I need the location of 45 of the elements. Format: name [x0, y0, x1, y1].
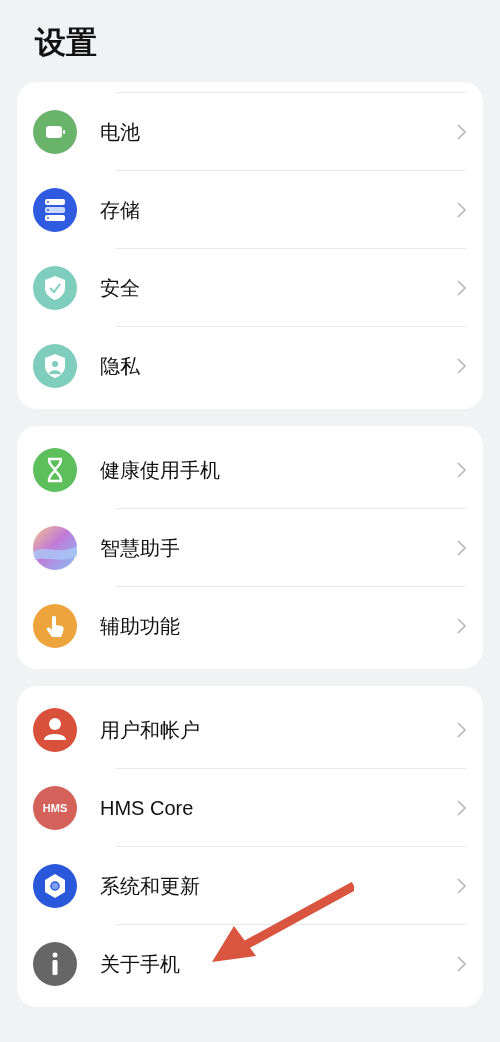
chevron-right-icon: [457, 721, 466, 738]
row-label: 辅助功能: [100, 613, 181, 639]
row-label: 电池: [100, 119, 141, 145]
person-icon: [33, 707, 77, 752]
icon-label: HMS: [42, 802, 68, 813]
hms-icon: [33, 785, 77, 830]
row-label: 隐私: [100, 353, 141, 379]
chevron-right-icon: [457, 357, 466, 374]
settings-row[interactable]: 健康使用手机: [33, 431, 466, 508]
chevron-right-icon: [457, 617, 466, 634]
info-icon: [33, 941, 77, 986]
row-label: 智慧助手: [100, 535, 181, 561]
settings-row[interactable]: 安全: [33, 249, 466, 326]
settings-row[interactable]: 用户和帐户: [33, 691, 466, 768]
settings-row[interactable]: 辅助功能: [33, 587, 466, 664]
settings-row[interactable]: 关于手机: [33, 925, 466, 1002]
chevron-right-icon: [457, 279, 466, 296]
hand-tap-icon: [33, 603, 77, 648]
settings-row[interactable]: HMS HMS Core: [33, 769, 466, 846]
chevron-right-icon: [457, 539, 466, 556]
page-title: 设置: [33, 24, 98, 62]
storage-icon: [33, 187, 77, 232]
chevron-right-icon: [457, 955, 466, 972]
battery-icon: [33, 109, 77, 154]
chevron-right-icon: [457, 123, 466, 140]
chevron-right-icon: [457, 877, 466, 894]
settings-row[interactable]: 智慧助手: [33, 509, 466, 586]
chevron-right-icon: [457, 799, 466, 816]
settings-row[interactable]: 存储: [33, 171, 466, 248]
settings-row[interactable]: 隐私: [33, 327, 466, 404]
row-label: 存储: [100, 197, 141, 223]
settings-row[interactable]: 系统和更新: [33, 847, 466, 924]
row-label: 系统和更新: [100, 873, 201, 899]
shield-check-icon: [33, 265, 77, 310]
settings-row[interactable]: 电池: [33, 93, 466, 170]
row-label: HMS Core: [100, 795, 195, 821]
shield-person-icon: [33, 343, 77, 388]
gradient-orb-icon: [33, 525, 77, 570]
row-label: 健康使用手机: [100, 457, 221, 483]
chevron-right-icon: [457, 461, 466, 478]
row-label: 安全: [100, 275, 141, 301]
hourglass-icon: [33, 447, 77, 492]
row-label: 用户和帐户: [100, 717, 201, 743]
row-label: 关于手机: [100, 951, 181, 977]
chevron-right-icon: [457, 201, 466, 218]
